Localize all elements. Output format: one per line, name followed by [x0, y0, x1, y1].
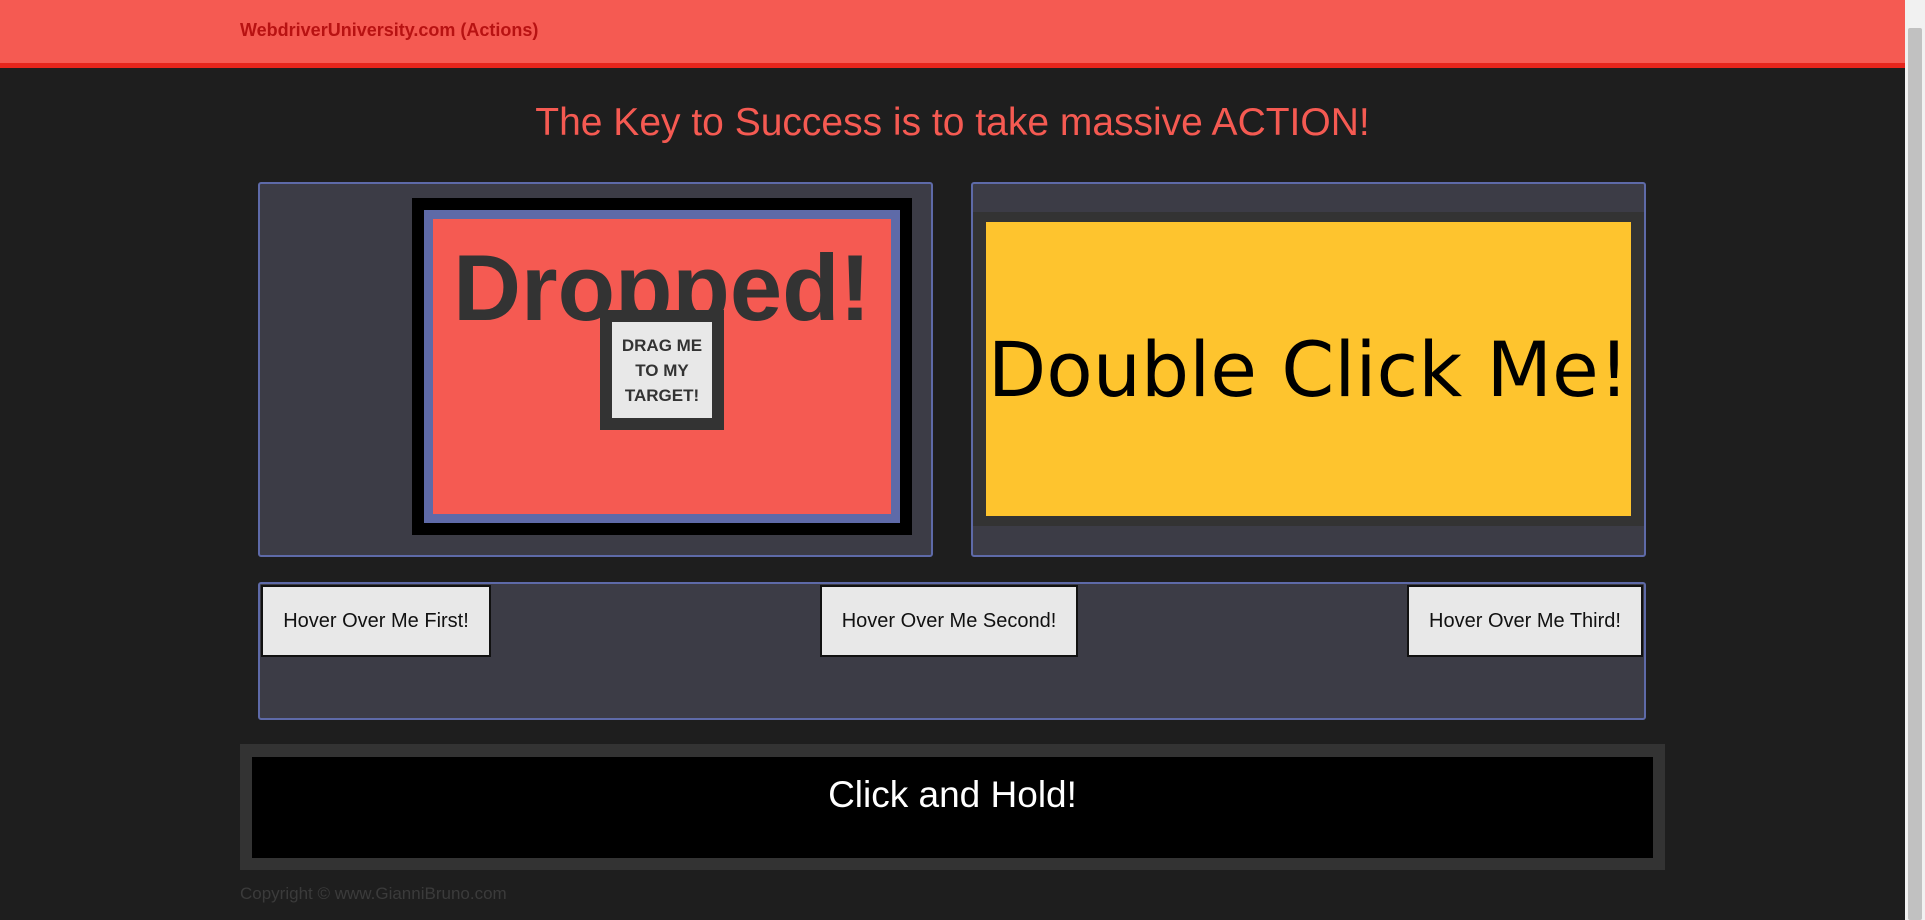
double-click-text: Double Click Me! — [987, 324, 1630, 414]
hover-third-button[interactable]: Hover Over Me Third! — [1407, 585, 1643, 657]
double-click-box[interactable]: Double Click Me! — [986, 222, 1631, 516]
copyright-text: Copyright © www.GianniBruno.com — [240, 884, 507, 903]
page-headline: The Key to Success is to take massive AC… — [535, 101, 1370, 144]
vertical-scrollbar[interactable] — [1905, 0, 1925, 920]
scrollbar-thumb[interactable] — [1908, 28, 1922, 920]
click-and-hold-box[interactable]: Click and Hold! — [252, 757, 1653, 858]
brand-link[interactable]: WebdriverUniversity.com (Actions) — [240, 20, 538, 41]
hover-second-button[interactable]: Hover Over Me Second! — [820, 585, 1078, 657]
hover-first-button[interactable]: Hover Over Me First! — [261, 585, 491, 657]
navbar: WebdriverUniversity.com (Actions) — [0, 0, 1905, 68]
draggable-box[interactable]: DRAG ME TO MY TARGET! — [600, 310, 724, 430]
